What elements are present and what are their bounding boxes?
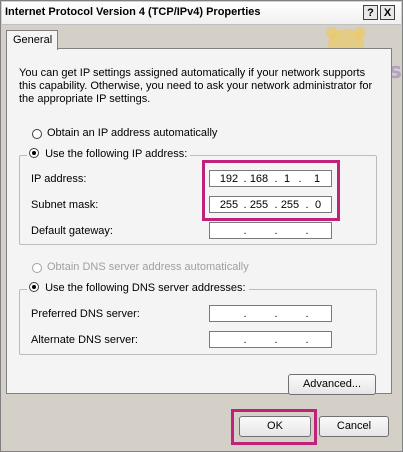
obtain-dns-auto-label: Obtain DNS server address automatically — [47, 261, 249, 273]
use-following-ip-label: Use the following IP address: — [45, 148, 188, 160]
octet-dot: . — [274, 225, 278, 237]
octet-dot: . — [305, 334, 309, 346]
tab-general-label: General — [13, 34, 53, 46]
ip-highlight-box — [202, 160, 340, 221]
use-following-ip-radio[interactable] — [29, 148, 39, 159]
close-button[interactable]: X — [380, 5, 395, 20]
obtain-dns-auto-radio[interactable] — [32, 263, 42, 273]
ok-highlight-box — [231, 409, 317, 445]
ip-address-label: IP address: — [31, 173, 87, 185]
octet-dot: . — [243, 308, 247, 320]
default-gateway-label: Default gateway: — [31, 225, 113, 237]
tab-general[interactable]: General — [6, 30, 58, 50]
advanced-button[interactable]: Advanced... — [288, 374, 376, 395]
octet-dot: . — [243, 225, 247, 237]
general-panel: You can get IP settings assigned automat… — [6, 48, 392, 395]
alternate-dns-field[interactable]: . . . — [209, 331, 332, 348]
properties-dialog: Internet Protocol Version 4 (TCP/IPv4) P… — [0, 0, 403, 452]
preferred-dns-field[interactable]: . . . — [209, 305, 332, 322]
ip-manual-legend: Use the following IP address: — [27, 148, 191, 160]
cancel-button[interactable]: Cancel — [319, 416, 389, 437]
alternate-dns-label: Alternate DNS server: — [31, 334, 138, 346]
octet-dot: . — [274, 308, 278, 320]
octet-dot: . — [243, 334, 247, 346]
description-text: You can get IP settings assigned automat… — [19, 67, 373, 105]
default-gateway-field[interactable]: . . . — [209, 222, 332, 239]
help-button[interactable]: ? — [363, 5, 378, 20]
octet-dot: . — [305, 308, 309, 320]
use-following-dns-label: Use the following DNS server addresses: — [45, 282, 246, 294]
obtain-ip-auto-radio[interactable] — [32, 129, 42, 139]
use-following-dns-radio[interactable] — [29, 282, 39, 293]
preferred-dns-label: Preferred DNS server: — [31, 308, 140, 320]
octet-dot: . — [305, 225, 309, 237]
dns-manual-legend: Use the following DNS server addresses: — [27, 282, 249, 294]
subnet-mask-label: Subnet mask: — [31, 199, 99, 211]
title-bar: Internet Protocol Version 4 (TCP/IPv4) P… — [2, 2, 401, 25]
octet-dot: . — [274, 334, 278, 346]
obtain-ip-auto-label: Obtain an IP address automatically — [47, 127, 218, 139]
window-title: Internet Protocol Version 4 (TCP/IPv4) P… — [5, 6, 261, 18]
